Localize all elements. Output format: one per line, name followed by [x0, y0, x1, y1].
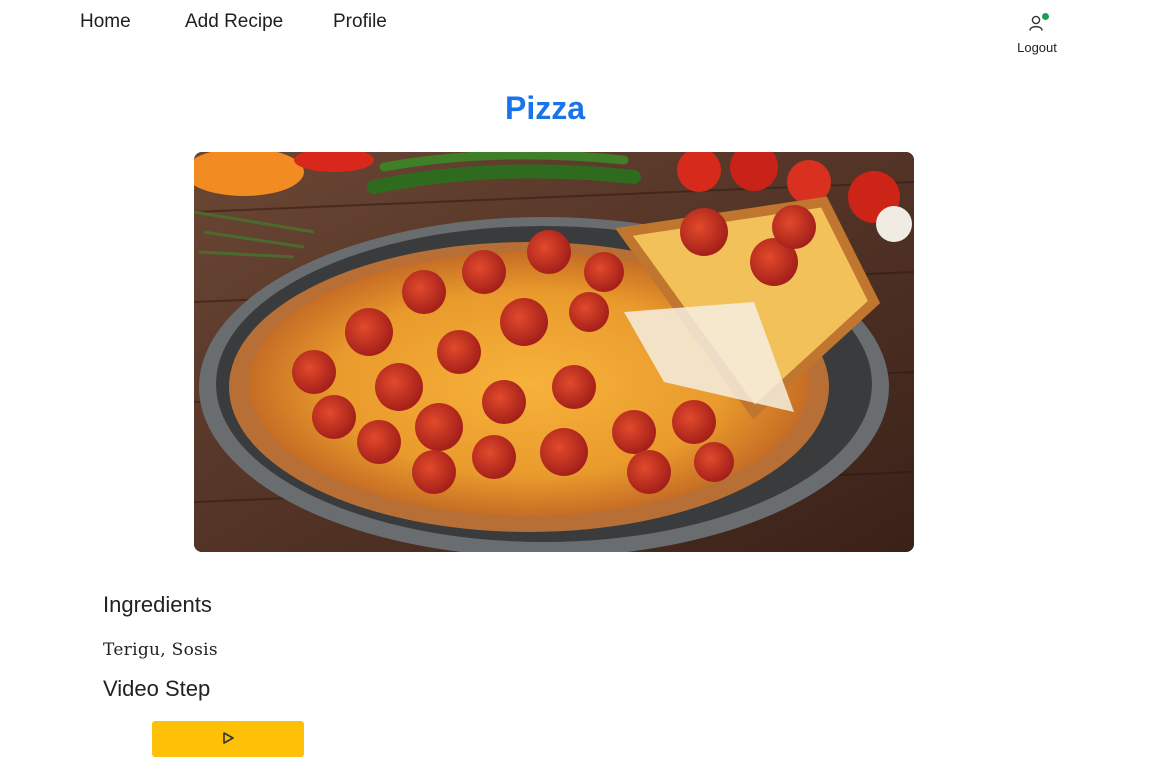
- top-navbar: Home Add Recipe Profile Logout: [0, 0, 1160, 70]
- play-icon: [221, 731, 235, 748]
- play-video-button[interactable]: [152, 721, 304, 757]
- user-icon: [1028, 13, 1049, 32]
- online-status-dot: [1042, 13, 1049, 20]
- recipe-title: Pizza: [504, 90, 586, 126]
- recipe-image: [194, 152, 914, 552]
- logout-button[interactable]: Logout: [1008, 13, 1066, 56]
- nav-link-add-recipe[interactable]: Add Recipe: [185, 11, 283, 33]
- ingredients-heading: Ingredients: [103, 592, 212, 617]
- recipe-detail-page: Home Add Recipe Profile Logout Pizza Ing…: [0, 0, 1160, 768]
- nav-link-profile[interactable]: Profile: [333, 11, 387, 33]
- ingredients-text: Terigu, Sosis: [103, 640, 218, 660]
- nav-link-home[interactable]: Home: [80, 11, 131, 33]
- video-step-heading: Video Step: [103, 676, 211, 701]
- logout-label: Logout: [1017, 40, 1057, 55]
